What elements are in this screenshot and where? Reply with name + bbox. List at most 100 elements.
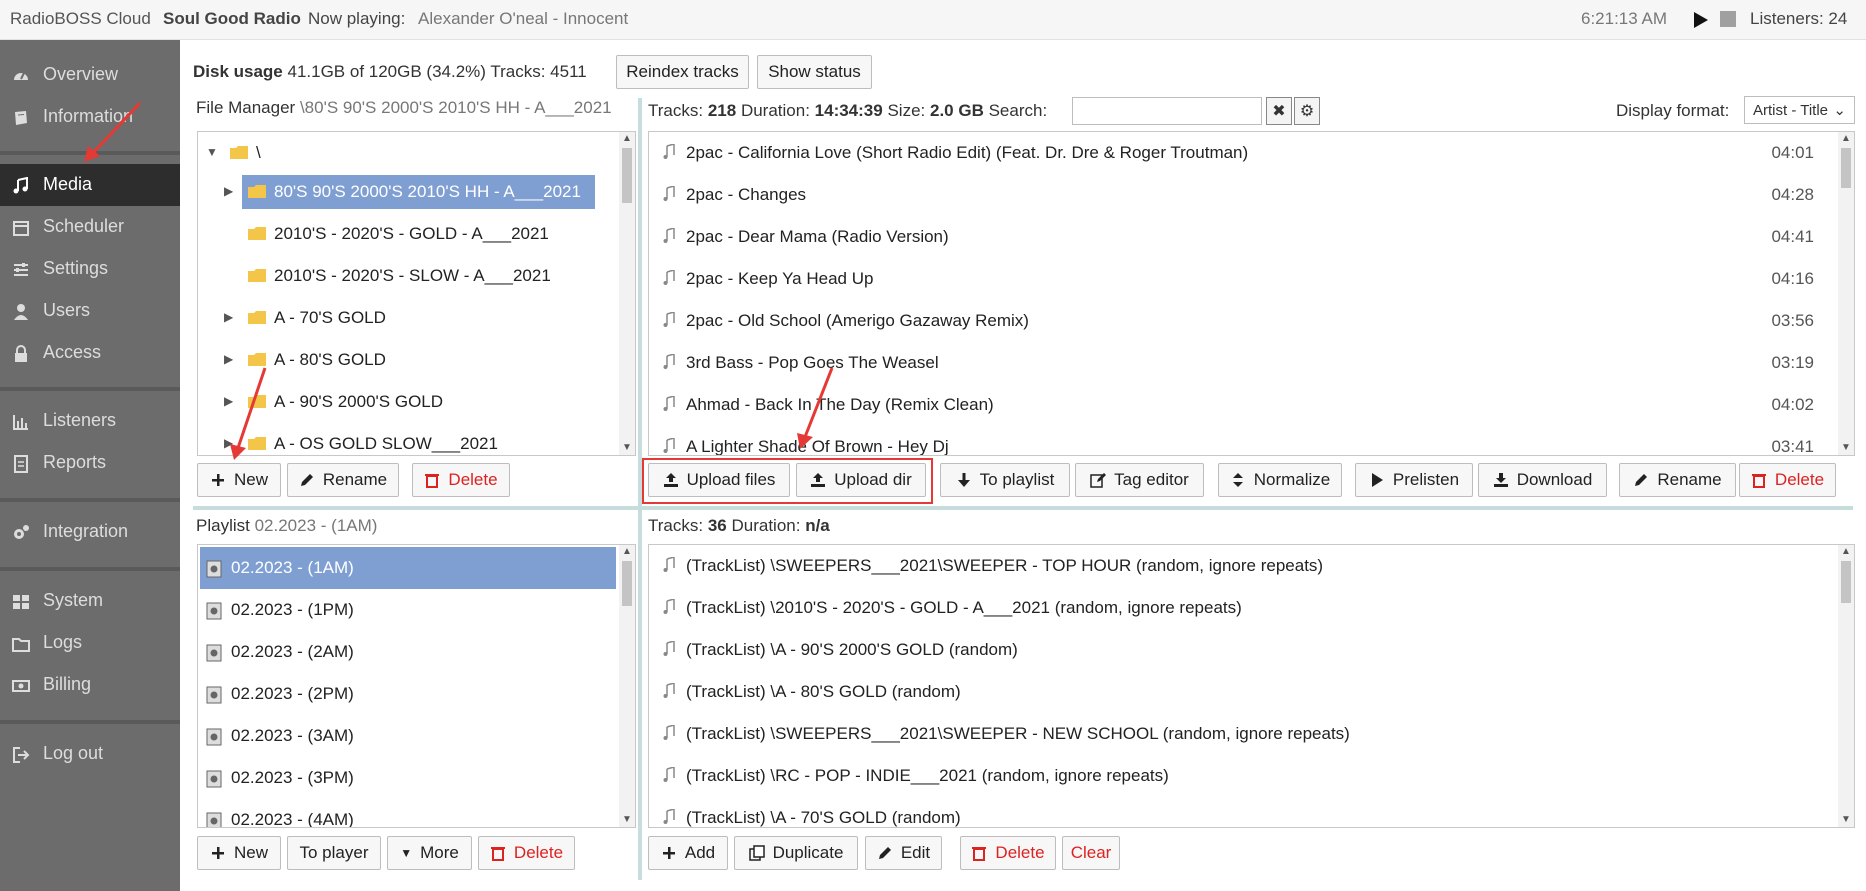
playlist-item[interactable]: 02.2023 - (4AM) xyxy=(200,799,616,827)
search-settings-gear-icon[interactable]: ⚙ xyxy=(1294,97,1320,125)
tag-editor-button[interactable]: Tag editor xyxy=(1075,463,1204,497)
caret-right-icon[interactable]: ▶ xyxy=(224,352,233,366)
playlist-item[interactable]: 02.2023 - (3AM) xyxy=(200,715,616,757)
tree-root[interactable]: ▼ \ xyxy=(198,136,618,170)
horizontal-divider[interactable] xyxy=(193,506,1853,510)
track-row[interactable]: A Lighter Shade Of Brown - Hey Dj 03:41 xyxy=(649,426,1836,455)
playlist-track-row[interactable]: (TrackList) \SWEEPERS___2021\SWEEPER - T… xyxy=(649,545,1836,587)
scroll-up-icon[interactable]: ▲ xyxy=(1840,134,1852,144)
clear-button[interactable]: Clear xyxy=(1062,836,1120,870)
scroll-down-icon[interactable]: ▼ xyxy=(1840,815,1852,825)
sidebar-item-listeners[interactable]: Listeners xyxy=(0,400,180,442)
scroll-down-icon[interactable]: ▼ xyxy=(621,815,633,825)
scrollbar-thumb[interactable] xyxy=(1841,561,1851,603)
normalize-button[interactable]: Normalize xyxy=(1218,463,1342,497)
duplicate-button[interactable]: Duplicate xyxy=(734,836,858,870)
caret-right-icon[interactable]: ▶ xyxy=(224,310,233,324)
to-playlist-button[interactable]: To playlist xyxy=(940,463,1070,497)
bar-chart-icon xyxy=(13,415,28,430)
to-player-button[interactable]: To player xyxy=(287,836,381,870)
playlist-track-add-button[interactable]: Add xyxy=(648,836,728,870)
tree-folder-item[interactable]: 2010'S - 2020'S - GOLD - A___2021 xyxy=(198,217,618,251)
scrollbar-thumb[interactable] xyxy=(1841,148,1851,188)
folder-delete-button[interactable]: Delete xyxy=(412,463,510,497)
prelisten-button[interactable]: Prelisten xyxy=(1355,463,1473,497)
playlist-track-edit-button[interactable]: Edit xyxy=(865,836,942,870)
folder-rename-button[interactable]: Rename xyxy=(287,463,399,497)
sidebar-item-billing[interactable]: Billing xyxy=(0,664,180,706)
track-delete-button[interactable]: Delete xyxy=(1739,463,1836,497)
sidebar-item-label: Reports xyxy=(43,452,107,472)
playlist-item[interactable]: 02.2023 - (1PM) xyxy=(200,589,616,631)
tree-folder-item[interactable]: ▶ 80'S 90'S 2000'S 2010'S HH - A___2021 xyxy=(198,175,618,209)
reindex-tracks-button[interactable]: Reindex tracks xyxy=(616,55,749,89)
playlist-track-row[interactable]: (TrackList) \A - 80'S GOLD (random) xyxy=(649,671,1836,713)
clear-search-icon[interactable]: ✖ xyxy=(1266,97,1292,125)
scroll-down-icon[interactable]: ▼ xyxy=(1840,443,1852,453)
playlist-track-row[interactable]: (TrackList) \RC - POP - INDIE___2021 (ra… xyxy=(649,755,1836,797)
sidebar: Overview Information Media Scheduler Set… xyxy=(0,40,180,891)
sidebar-item-scheduler[interactable]: Scheduler xyxy=(0,206,180,248)
track-row[interactable]: 3rd Bass - Pop Goes The Weasel 03:19 xyxy=(649,342,1836,384)
playlist-item[interactable]: 02.2023 - (1AM) xyxy=(200,547,616,589)
playlist-item[interactable]: 02.2023 - (2PM) xyxy=(200,673,616,715)
track-row[interactable]: 2pac - Old School (Amerigo Gazaway Remix… xyxy=(649,300,1836,342)
scroll-up-icon[interactable]: ▲ xyxy=(621,547,633,557)
sidebar-item-logs[interactable]: Logs xyxy=(0,622,180,664)
caret-right-icon[interactable]: ▶ xyxy=(224,394,233,408)
scroll-up-icon[interactable]: ▲ xyxy=(621,134,633,144)
sidebar-item-reports[interactable]: Reports xyxy=(0,442,180,484)
scrollbar-thumb[interactable] xyxy=(622,148,632,203)
tracks-scrollbar[interactable]: ▲ ▼ xyxy=(1838,132,1854,455)
caret-right-icon[interactable]: ▶ xyxy=(224,436,233,450)
download-button[interactable]: Download xyxy=(1478,463,1607,497)
tree-folder-item[interactable]: ▶ A - 90'S 2000'S GOLD xyxy=(198,385,618,419)
playlist-track-row[interactable]: (TrackList) \A - 90'S 2000'S GOLD (rando… xyxy=(649,629,1836,671)
more-button[interactable]: ▼ More xyxy=(387,836,472,870)
search-input[interactable] xyxy=(1072,97,1262,125)
show-status-button[interactable]: Show status xyxy=(757,55,872,89)
playlist-item[interactable]: 02.2023 - (3PM) xyxy=(200,757,616,799)
tree-folder-item[interactable]: ▶ A - 70'S GOLD xyxy=(198,301,618,335)
play-icon[interactable] xyxy=(1688,8,1712,32)
scroll-up-icon[interactable]: ▲ xyxy=(1840,547,1852,557)
tree-folder-item[interactable]: ▶ A - 80'S GOLD xyxy=(198,343,618,377)
display-format-select[interactable]: Artist - Title ⌄ xyxy=(1744,96,1855,124)
track-row[interactable]: 2pac - Keep Ya Head Up 04:16 xyxy=(649,258,1836,300)
sidebar-item-users[interactable]: Users xyxy=(0,290,180,332)
folder-new-button[interactable]: New xyxy=(197,463,281,497)
sidebar-item-settings[interactable]: Settings xyxy=(0,248,180,290)
playlist-file-icon xyxy=(206,560,222,578)
playlist-delete-button[interactable]: Delete xyxy=(478,836,575,870)
track-row[interactable]: Ahmad - Back In The Day (Remix Clean) 04… xyxy=(649,384,1836,426)
track-row[interactable]: 2pac - California Love (Short Radio Edit… xyxy=(649,132,1836,174)
playlist-item[interactable]: 02.2023 - (2AM) xyxy=(200,631,616,673)
stop-icon[interactable] xyxy=(1720,11,1736,27)
caret-down-icon[interactable]: ▼ xyxy=(206,145,218,159)
playlist-track-row[interactable]: (TrackList) \A - 70'S GOLD (random) xyxy=(649,797,1836,827)
playlist-track-delete-button[interactable]: Delete xyxy=(960,836,1056,870)
scroll-down-icon[interactable]: ▼ xyxy=(621,443,633,453)
track-row[interactable]: 2pac - Changes 04:28 xyxy=(649,174,1836,216)
sidebar-item-integration[interactable]: Integration xyxy=(0,511,180,553)
track-row[interactable]: 2pac - Dear Mama (Radio Version) 04:41 xyxy=(649,216,1836,258)
sidebar-item-system[interactable]: System xyxy=(0,580,180,622)
tree-folder-item[interactable]: ▶ A - OS GOLD SLOW___2021 xyxy=(198,427,618,455)
tree-folder-item[interactable]: 2010'S - 2020'S - SLOW - A___2021 xyxy=(198,259,618,293)
playlist-new-button[interactable]: New xyxy=(197,836,281,870)
tree-scrollbar[interactable]: ▲ ▼ xyxy=(619,132,635,455)
scrollbar-thumb[interactable] xyxy=(622,561,632,606)
sidebar-item-overview[interactable]: Overview xyxy=(0,54,180,96)
track-rename-button[interactable]: Rename xyxy=(1619,463,1736,497)
sidebar-item-access[interactable]: Access xyxy=(0,332,180,374)
sidebar-item-information[interactable]: Information xyxy=(0,96,180,138)
button-label: New xyxy=(233,843,268,862)
caret-right-icon[interactable]: ▶ xyxy=(224,184,233,198)
button-label: Delete xyxy=(448,470,498,489)
playlist-track-row[interactable]: (TrackList) \SWEEPERS___2021\SWEEPER - N… xyxy=(649,713,1836,755)
sidebar-item-logout[interactable]: Log out xyxy=(0,733,180,775)
sidebar-item-media[interactable]: Media xyxy=(0,164,180,206)
playlist-track-row[interactable]: (TrackList) \2010'S - 2020'S - GOLD - A_… xyxy=(649,587,1836,629)
playlist-scrollbar[interactable]: ▲ ▼ xyxy=(619,545,635,827)
playlist-tracks-scrollbar[interactable]: ▲ ▼ xyxy=(1838,545,1854,827)
